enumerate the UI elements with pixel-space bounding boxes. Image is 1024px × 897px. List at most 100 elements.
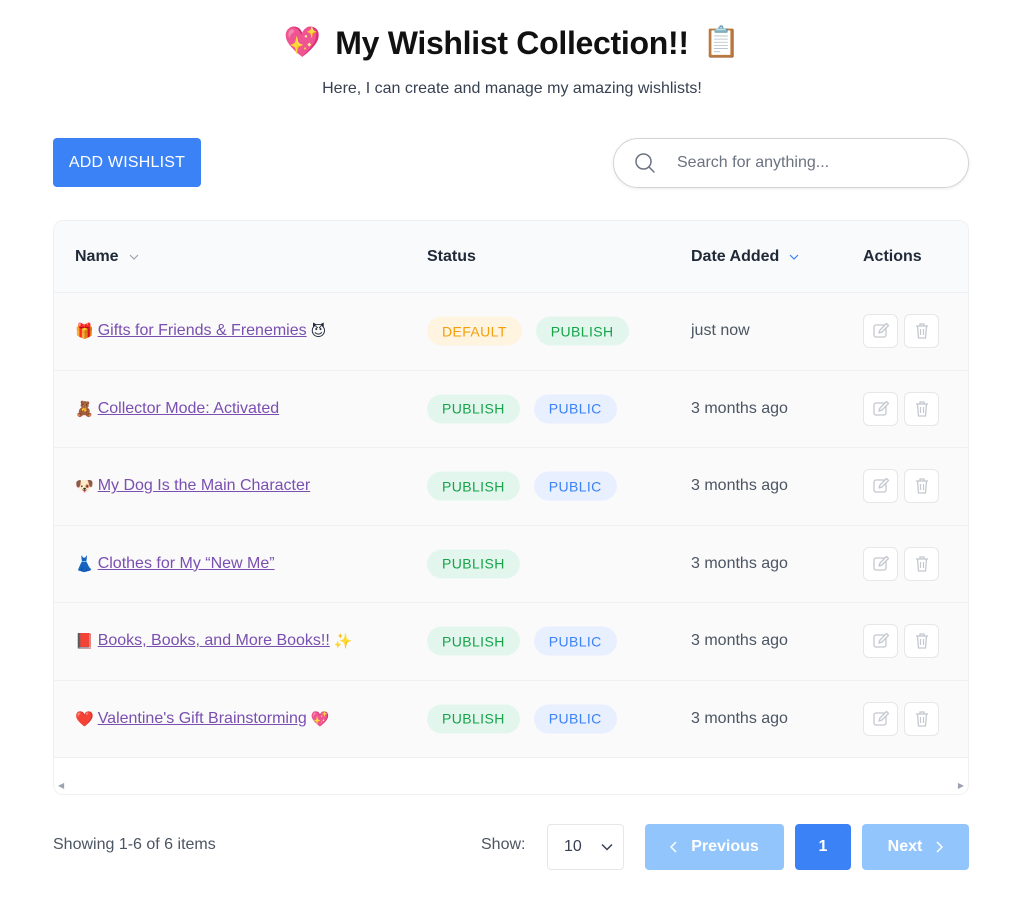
status-badges: PUBLISH PUBLIC [427, 626, 617, 656]
edit-icon[interactable] [863, 624, 898, 659]
trash-icon[interactable] [904, 314, 939, 349]
column-actions-label: Actions [863, 247, 922, 265]
table-header: Name Status Date Added Actions [54, 221, 968, 293]
wishlist-name-link[interactable]: Valentine's Gift Brainstorming [98, 710, 307, 728]
wishlist-name-link[interactable]: Collector Mode: Activated [98, 400, 279, 418]
wishlist-name-cell: 📕 Books, Books, and More Books!! ✨ [75, 632, 353, 650]
edit-icon[interactable] [863, 546, 898, 581]
row-actions [863, 469, 939, 504]
page-1-button[interactable]: 1 [795, 824, 851, 870]
scroll-right-icon[interactable]: ▶ [958, 781, 964, 790]
status-badge-publish: PUBLISH [427, 471, 520, 501]
column-name-label: Name [75, 247, 119, 265]
wishlist-emoji-icon: 🐶 [75, 477, 94, 496]
wishlist-name-link[interactable]: Gifts for Friends & Frenemies [98, 322, 307, 340]
search-input[interactable] [677, 154, 937, 172]
row-actions [863, 701, 939, 736]
column-date-label: Date Added [691, 247, 780, 265]
chevron-down-icon [601, 843, 613, 851]
row-actions [863, 624, 939, 659]
table-body: 🎁 Gifts for Friends & Frenemies 😈 DEFAUL… [54, 293, 968, 758]
page-size-label: Show: [481, 836, 526, 853]
wishlist-emoji-icon: ❤️ [75, 709, 94, 728]
pagination-summary: Showing 1-6 of 6 items [53, 836, 216, 853]
wishlist-emoji-icon: 🧸 [75, 399, 94, 418]
page-title: My Wishlist Collection!! [335, 24, 689, 61]
wishlist-name-cell: 🧸 Collector Mode: Activated [75, 400, 283, 418]
date-added: 3 months ago [691, 399, 788, 417]
wishlist-name-cell: 🐶 My Dog Is the Main Character [75, 477, 314, 495]
status-badge-publish: PUBLISH [427, 549, 520, 579]
status-badge-public: PUBLIC [533, 704, 617, 734]
status-badges: PUBLISH PUBLIC [427, 704, 617, 734]
date-added: 3 months ago [691, 554, 788, 572]
wishlist-emoji-icon: 📕 [75, 632, 94, 651]
wishlist-name-link[interactable]: Books, Books, and More Books!! [98, 632, 330, 650]
trash-icon[interactable] [904, 391, 939, 426]
heart-icon: 💖 [283, 25, 322, 60]
status-badge-public: PUBLIC [533, 626, 617, 656]
row-actions [863, 546, 939, 581]
date-added: just now [691, 322, 750, 340]
table-row: 🎁 Gifts for Friends & Frenemies 😈 DEFAUL… [54, 293, 968, 371]
next-label: Next [887, 838, 923, 855]
trash-icon[interactable] [904, 701, 939, 736]
wishlist-trail-emoji-icon: 😈 [310, 322, 327, 341]
date-added: 3 months ago [691, 477, 788, 495]
wishlist-trail-emoji-icon: ✨ [333, 632, 353, 651]
edit-icon[interactable] [863, 391, 898, 426]
wishlist-name-cell: 🎁 Gifts for Friends & Frenemies 😈 [75, 322, 326, 340]
table-row: 📕 Books, Books, and More Books!! ✨ PUBLI… [54, 603, 968, 681]
page-subtitle: Here, I can create and manage my amazing… [322, 80, 702, 97]
search-icon [635, 153, 655, 173]
date-added: 3 months ago [691, 709, 788, 727]
wishlist-emoji-icon: 👗 [75, 554, 94, 573]
chevron-left-icon [670, 841, 677, 853]
edit-icon[interactable] [863, 314, 898, 349]
row-actions [863, 391, 939, 426]
clipboard-icon: 📋 [702, 25, 741, 60]
previous-label: Previous [691, 838, 759, 855]
status-badge-publish: PUBLISH [427, 626, 520, 656]
wishlist-name-link[interactable]: My Dog Is the Main Character [98, 477, 311, 495]
wishlist-emoji-icon: 🎁 [75, 322, 94, 341]
wishlist-name-cell: 👗 Clothes for My “New Me” [75, 555, 279, 573]
table-row: 🧸 Collector Mode: Activated PUBLISH PUBLI… [54, 370, 968, 448]
edit-icon[interactable] [863, 701, 898, 736]
status-badge-default: DEFAULT [427, 316, 522, 346]
table-row: 👗 Clothes for My “New Me” PUBLISH 3 mont… [54, 525, 968, 603]
table-row: ❤️ Valentine's Gift Brainstorming 💖 PUBL… [54, 680, 968, 758]
page-header: 💖 My Wishlist Collection!! 📋 Here, I can… [0, 22, 1024, 98]
status-badge-public: PUBLIC [533, 394, 617, 424]
column-actions-header: Actions [863, 248, 922, 266]
trash-icon[interactable] [904, 624, 939, 659]
status-badge-public: PUBLIC [533, 471, 617, 501]
table-row: 🐶 My Dog Is the Main Character PUBLISH PU… [54, 448, 968, 526]
page-size-select[interactable]: 10 [547, 824, 624, 870]
edit-icon[interactable] [863, 469, 898, 504]
page-size-value: 10 [564, 838, 582, 855]
wishlist-name-link[interactable]: Clothes for My “New Me” [98, 555, 275, 573]
row-actions [863, 314, 939, 349]
chevron-down-icon [129, 254, 139, 260]
next-page-button[interactable]: Next [862, 824, 969, 870]
chevron-right-icon [936, 841, 944, 853]
chevron-down-icon [789, 254, 799, 260]
add-wishlist-button[interactable]: ADD WISHLIST [53, 138, 201, 187]
status-badges: PUBLISH PUBLIC [427, 394, 617, 424]
status-badge-publish: PUBLISH [427, 704, 520, 734]
horizontal-scrollbar[interactable]: ◀ ▶ [54, 776, 968, 794]
status-badges: DEFAULT PUBLISH [427, 316, 629, 346]
trash-icon[interactable] [904, 546, 939, 581]
search-box[interactable] [613, 138, 969, 188]
trash-icon[interactable] [904, 469, 939, 504]
wishlist-trail-emoji-icon: 💖 [310, 709, 330, 728]
wishlist-name-cell: ❤️ Valentine's Gift Brainstorming 💖 [75, 710, 329, 728]
scroll-left-icon[interactable]: ◀ [58, 781, 64, 790]
column-date-header[interactable]: Date Added [691, 248, 799, 266]
status-badges: PUBLISH PUBLIC [427, 471, 617, 501]
previous-page-button[interactable]: Previous [645, 824, 784, 870]
status-badge-publish: PUBLISH [427, 394, 520, 424]
wishlist-table: Name Status Date Added Actions 🎁 Gifts f… [53, 220, 969, 795]
column-name-header[interactable]: Name [75, 248, 139, 266]
